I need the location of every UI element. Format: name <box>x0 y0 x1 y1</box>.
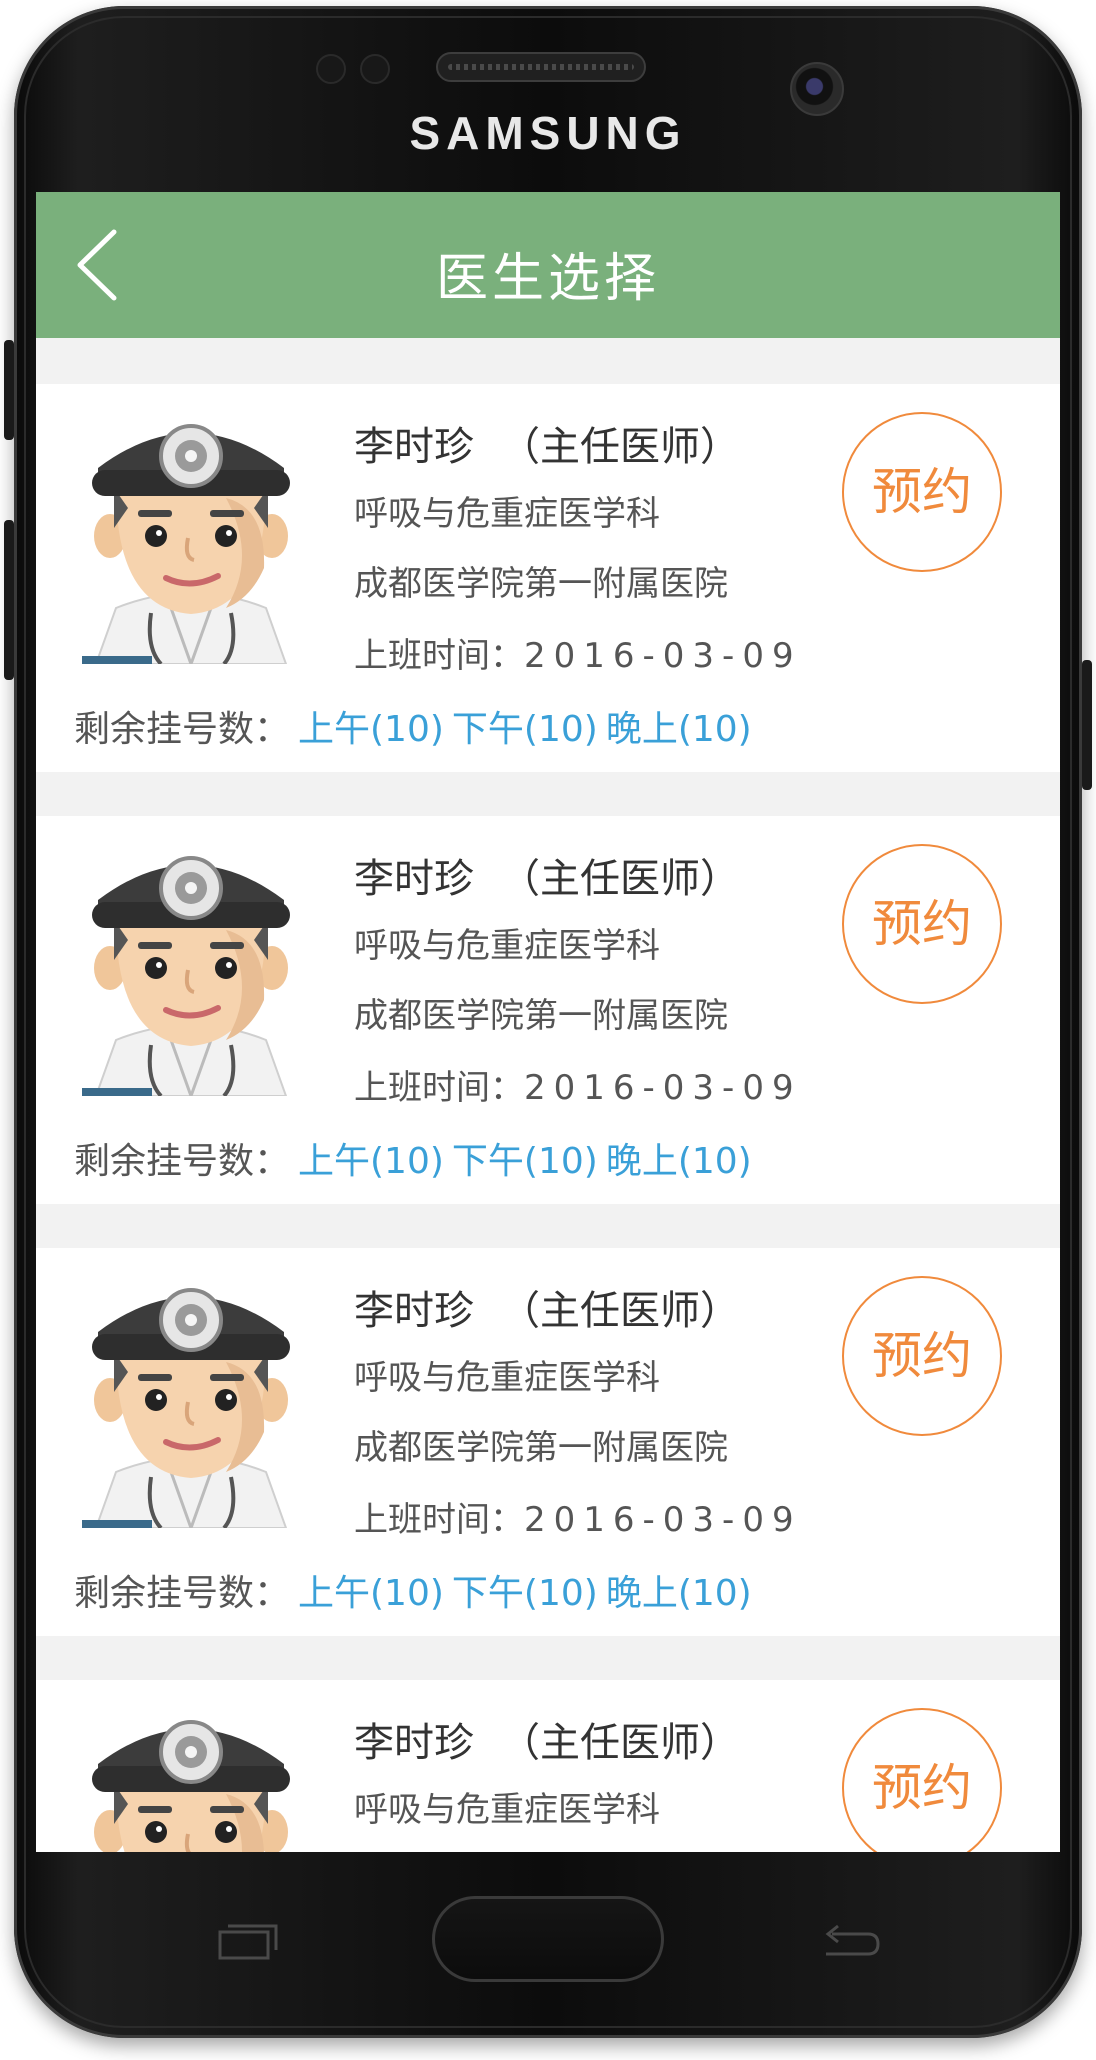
light-sensor <box>360 54 390 84</box>
doctor-avatar-icon <box>76 840 306 1096</box>
doctor-name: 李时珍 <box>354 856 474 902</box>
doctor-name: 李时珍 <box>354 424 474 470</box>
doctor-hospital: 成都医学院第一附属医院 <box>354 996 728 1036</box>
proximity-sensor <box>316 54 346 84</box>
book-button[interactable]: 预约 <box>842 1708 1002 1852</box>
work-time-date: 2016-03-09 <box>524 1500 802 1540</box>
doctor-department: 呼吸与危重症医学科 <box>354 1790 660 1830</box>
doctor-card: 李时珍 （主任医师） 呼吸与危重症医学科 成都医学院第一附属医院 上班时间：201… <box>36 1248 1060 1636</box>
doctor-title: （主任医师） <box>500 1720 740 1766</box>
home-button[interactable] <box>432 1896 664 1982</box>
doctor-avatar-icon <box>76 408 306 664</box>
slot-morning[interactable]: 上午(10) <box>298 709 444 750</box>
earpiece-speaker <box>436 52 646 82</box>
doctor-hospital: 成都医学院第一附属医院 <box>354 564 728 604</box>
doctor-department: 呼吸与危重症医学科 <box>354 494 660 534</box>
doctor-name: 李时珍 <box>354 1720 474 1766</box>
doctor-card: 李时珍 （主任医师） 呼吸与危重症医学科 成都医学院第一附属医院 上班时间：201… <box>36 816 1060 1204</box>
remaining-label: 剩余挂号数： <box>74 1573 291 1614</box>
slot-evening[interactable]: 晚上(10) <box>606 709 752 750</box>
doctor-name-line: 李时珍 （主任医师） <box>354 1278 740 1336</box>
slot-afternoon[interactable]: 下午(10) <box>452 1141 598 1182</box>
device-brand: SAMSUNG <box>409 107 687 159</box>
work-time: 上班时间：2016-03-09 <box>354 1060 802 1109</box>
slot-morning[interactable]: 上午(10) <box>298 1573 444 1614</box>
slot-morning[interactable]: 上午(10) <box>298 1141 444 1182</box>
work-time-date: 2016-03-09 <box>524 1068 802 1108</box>
doctor-title: （主任医师） <box>500 856 740 902</box>
doctor-department: 呼吸与危重症医学科 <box>354 926 660 966</box>
recent-apps-icon[interactable] <box>212 1920 284 1964</box>
doctor-avatar-icon <box>76 1704 306 1852</box>
remaining-label: 剩余挂号数： <box>74 709 291 750</box>
slot-evening[interactable]: 晚上(10) <box>606 1573 752 1614</box>
work-time: 上班时间：2016-03-09 <box>354 1492 802 1541</box>
work-time: 上班时间：2016-03-09 <box>354 628 802 677</box>
doctor-name: 李时珍 <box>354 1288 474 1334</box>
doctor-name-line: 李时珍 （主任医师） <box>354 1710 740 1768</box>
doctor-avatar-icon <box>76 1272 306 1528</box>
book-button[interactable]: 预约 <box>842 844 1002 1004</box>
slot-afternoon[interactable]: 下午(10) <box>452 709 598 750</box>
work-time-label: 上班时间： <box>354 1500 524 1540</box>
volume-rocker <box>4 520 14 680</box>
work-time-date: 2016-03-09 <box>524 636 802 676</box>
remaining-slots: 剩余挂号数： 上午(10) 下午(10) 晚上(10) <box>74 700 752 752</box>
work-time-label: 上班时间： <box>354 636 524 676</box>
page-title: 医生选择 <box>435 249 660 309</box>
work-time-label: 上班时间： <box>354 1068 524 1108</box>
doctor-name-line: 李时珍 （主任医师） <box>354 414 740 472</box>
doctor-title: （主任医师） <box>500 1288 740 1334</box>
doctor-card: 李时珍 （主任医师） 呼吸与危重症医学科 成都医学院第一附属医院 上班时间：201… <box>36 384 1060 772</box>
remaining-slots: 剩余挂号数： 上午(10) 下午(10) 晚上(10) <box>74 1564 752 1616</box>
doctor-name-line: 李时珍 （主任医师） <box>354 846 740 904</box>
book-button[interactable]: 预约 <box>842 1276 1002 1436</box>
slot-afternoon[interactable]: 下午(10) <box>452 1573 598 1614</box>
book-button[interactable]: 预约 <box>842 412 1002 572</box>
back-arrow-icon[interactable] <box>812 1920 884 1964</box>
header-bar: 医生选择 <box>36 192 1060 338</box>
doctor-hospital: 成都医学院第一附属医院 <box>354 1428 728 1468</box>
remaining-slots: 剩余挂号数： 上午(10) 下午(10) 晚上(10) <box>74 1132 752 1184</box>
doctor-title: （主任医师） <box>500 424 740 470</box>
slot-evening[interactable]: 晚上(10) <box>606 1141 752 1182</box>
remaining-label: 剩余挂号数： <box>74 1141 291 1182</box>
app-screen: 医生选择 李时珍 （主任医师） 呼吸与危重症医学科 成都医学院第一附属医院 上班时… <box>36 192 1060 1852</box>
power-button <box>1082 660 1092 790</box>
doctor-department: 呼吸与危重症医学科 <box>354 1358 660 1398</box>
volume-button <box>4 340 14 440</box>
doctor-card: 李时珍 （主任医师） 呼吸与危重症医学科 预约 <box>36 1680 1060 1852</box>
